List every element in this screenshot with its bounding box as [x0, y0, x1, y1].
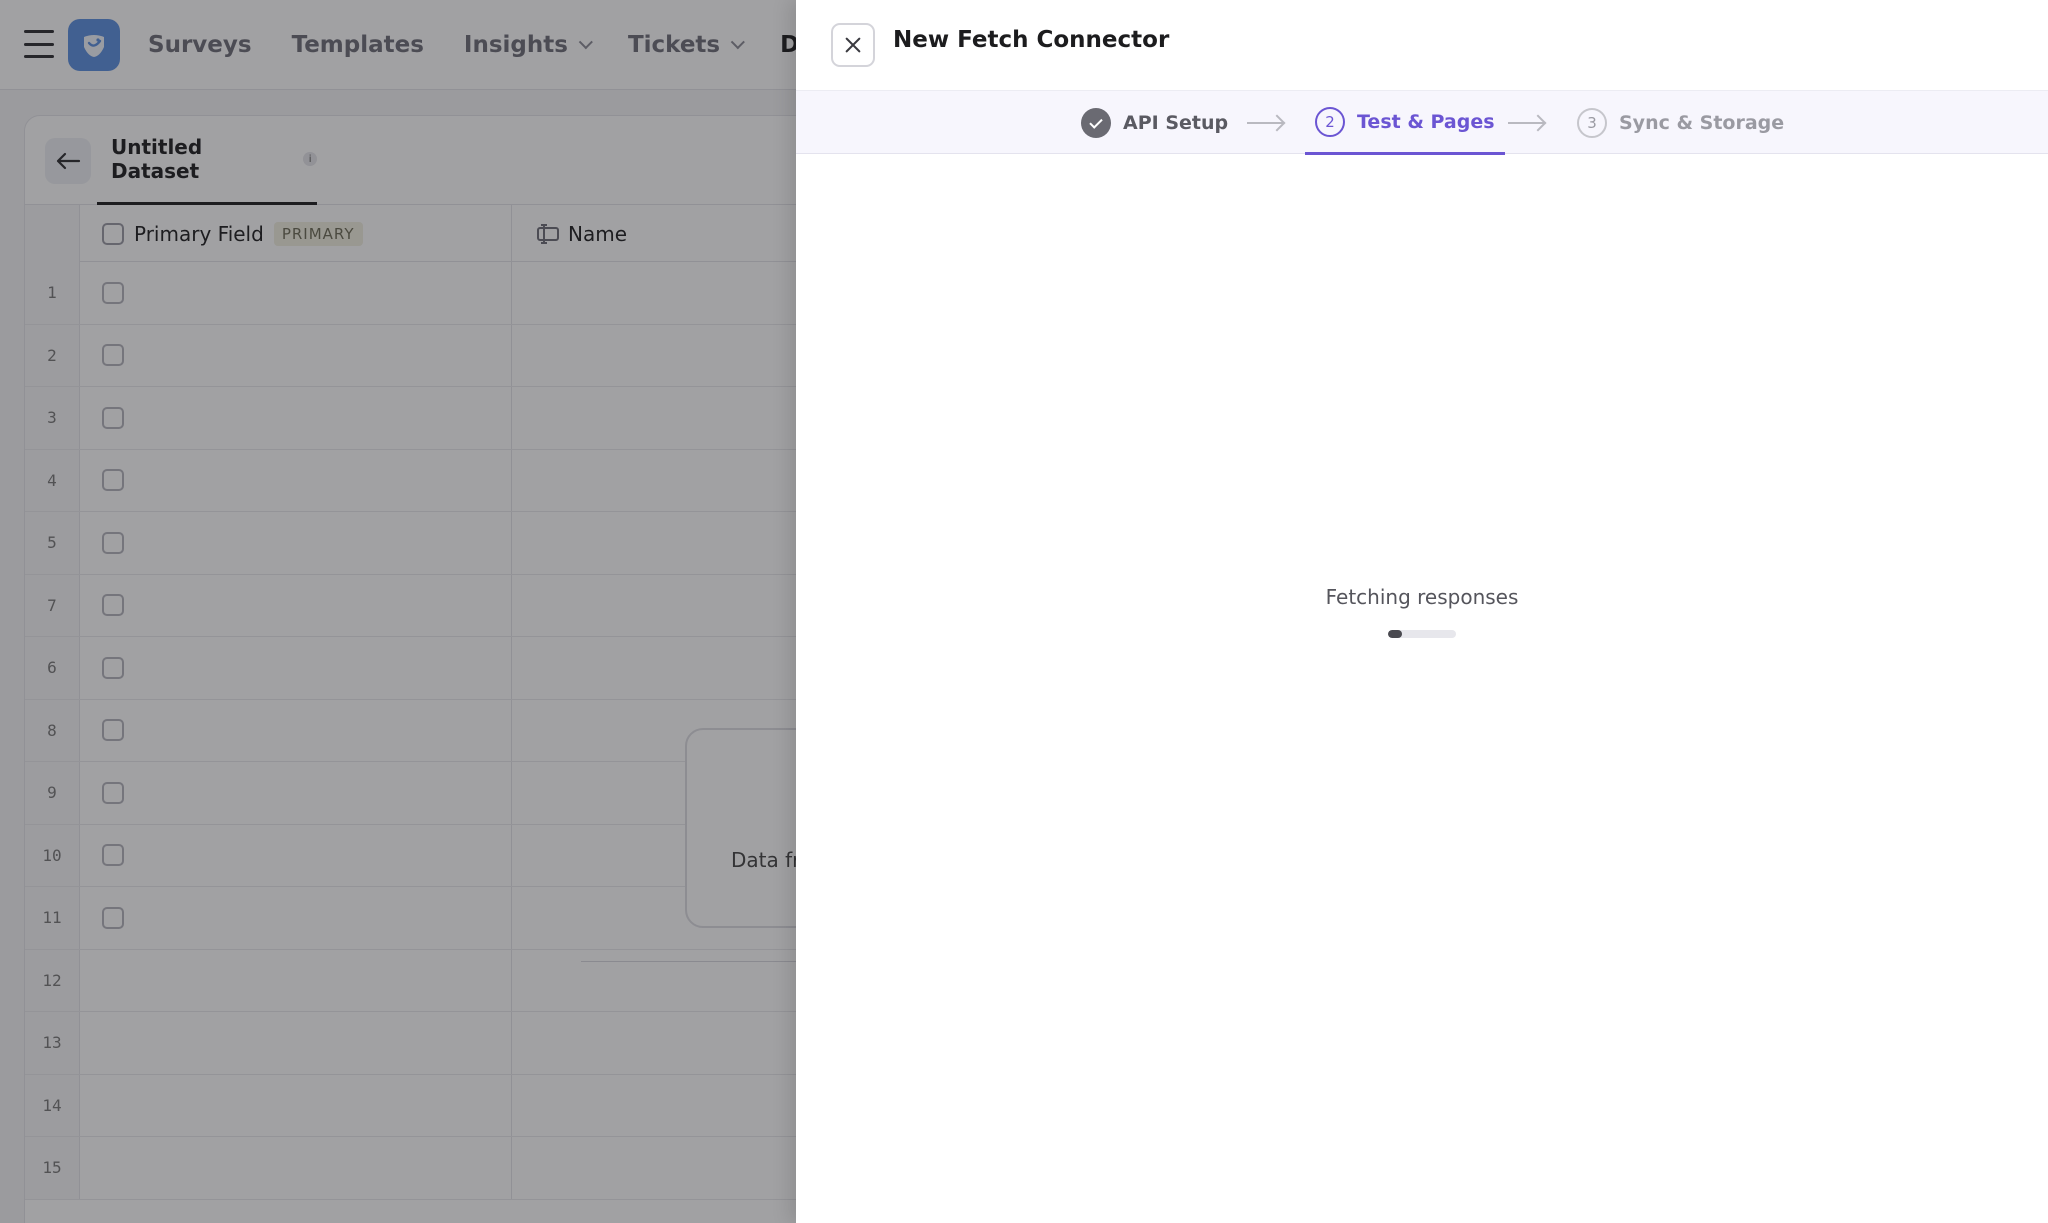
arrow-right-icon — [1508, 122, 1544, 124]
close-icon — [845, 37, 861, 53]
check-icon — [1081, 108, 1111, 138]
step-label: API Setup — [1123, 112, 1229, 134]
step-number: 2 — [1315, 106, 1345, 137]
progress-fill — [1388, 630, 1402, 638]
step-sync-storage[interactable]: 3 Sync & Storage — [1577, 91, 1784, 155]
wizard-stepper: API Setup 2 Test & Pages 3 Sync & Storag… — [796, 90, 2048, 155]
step-label: Test & Pages — [1357, 110, 1495, 133]
step-label: Sync & Storage — [1619, 112, 1785, 134]
drawer-title: New Fetch Connector — [893, 27, 1170, 53]
step-api-setup[interactable]: API Setup — [1081, 91, 1228, 155]
progress-bar — [1388, 630, 1456, 638]
step-number: 3 — [1577, 108, 1607, 138]
arrow-right-icon — [1247, 122, 1283, 124]
loading-state: Fetching responses — [796, 585, 2048, 638]
step-test-pages[interactable]: 2 Test & Pages — [1305, 91, 1505, 155]
loading-text: Fetching responses — [1325, 585, 1519, 609]
drawer-header: New Fetch Connector — [796, 0, 2048, 90]
close-button[interactable] — [831, 23, 875, 67]
fetch-connector-drawer: New Fetch Connector API Setup 2 Test & P… — [796, 0, 2048, 1223]
